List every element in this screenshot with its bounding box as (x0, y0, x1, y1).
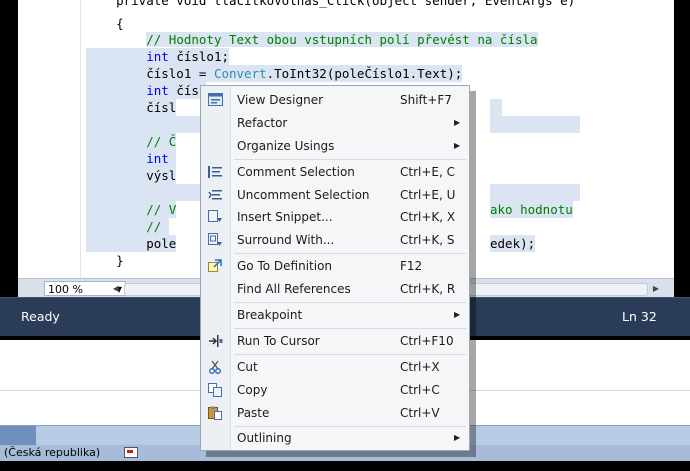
submenu-arrow-icon: ▶ (454, 310, 461, 319)
menu-item-outlining[interactable]: Outlining ▶ (201, 427, 469, 449)
scissors-icon (208, 360, 223, 374)
code-line: // Hodnoty Text obou vstupních polí přev… (86, 31, 538, 48)
code-line: číslo1 = Convert.ToInt32(poleČíslo1.Text… (86, 65, 463, 82)
paste-icon (208, 406, 223, 420)
scroll-left-icon[interactable]: ◀ (110, 282, 122, 295)
code-line: pole (86, 235, 177, 252)
view-designer-icon (208, 93, 223, 107)
code-line: // Č (86, 133, 177, 150)
code-line: private void tlacitkoVolnas_Click(object… (86, 0, 576, 8)
code-line: { (86, 16, 124, 31)
line-number: Ln 32 (622, 309, 657, 324)
code-line: } (86, 253, 124, 268)
go-to-definition-icon (208, 259, 223, 273)
code-line: int čísl (86, 82, 207, 99)
zoom-value: 100 % (48, 283, 83, 296)
code-line: int číslo1; (86, 48, 230, 65)
surround-icon (208, 233, 223, 247)
menu-item-comment-selection[interactable]: Comment Selection Ctrl+E, C (201, 161, 469, 183)
comment-tail: ako hodnotu (490, 201, 573, 218)
keyword: int (146, 151, 169, 166)
type-name: Convert (213, 66, 267, 81)
selection-tail (490, 116, 580, 133)
code-line: výsl (86, 167, 177, 184)
keyboard-flag-icon[interactable] (124, 447, 138, 458)
code-line: int (86, 150, 177, 167)
keyword: int (146, 83, 169, 98)
menu-item-organize-usings[interactable]: Organize Usings ▶ (201, 135, 469, 157)
snippet-icon (208, 210, 223, 224)
copy-icon (208, 383, 223, 397)
menu-item-find-all-references[interactable]: Find All References Ctrl+K, R (201, 278, 469, 300)
menu-separator (234, 253, 466, 254)
submenu-arrow-icon: ▶ (454, 141, 461, 150)
menu-item-cut[interactable]: Cut Ctrl+X (201, 356, 469, 378)
keyword: int (146, 49, 169, 64)
menu-item-uncomment-selection[interactable]: Uncomment Selection Ctrl+E, U (201, 184, 469, 206)
menu-item-paste[interactable]: Paste Ctrl+V (201, 402, 469, 424)
submenu-arrow-icon: ▶ (454, 118, 461, 127)
menu-separator (234, 159, 466, 160)
menu-item-breakpoint[interactable]: Breakpoint ▶ (201, 304, 469, 326)
comment-text: // Hodnoty Text obou vstupních polí přev… (146, 32, 538, 47)
code-line: // V (86, 201, 177, 218)
taskbar-button[interactable] (0, 426, 36, 446)
language-label: (Česká republika) (4, 446, 101, 459)
code-line (86, 116, 206, 133)
submenu-arrow-icon: ▶ (454, 433, 461, 442)
run-to-cursor-icon (208, 334, 223, 348)
code-line (86, 184, 206, 201)
selection-tail (490, 184, 580, 201)
menu-item-go-to-definition[interactable]: Go To Definition F12 (201, 255, 469, 277)
editor-gutter (18, 0, 81, 278)
menu-item-run-to-cursor[interactable]: Run To Cursor Ctrl+F10 (201, 330, 469, 352)
menu-item-surround-with[interactable]: Surround With... Ctrl+K, S (201, 229, 469, 251)
context-menu: View Designer Shift+F7 Refactor ▶ Organi… (200, 85, 470, 451)
menu-item-view-designer[interactable]: View Designer Shift+F7 (201, 89, 469, 111)
menu-separator (234, 354, 466, 355)
code-tail: edek); (490, 235, 536, 252)
scroll-right-icon[interactable]: ▶ (650, 282, 662, 295)
comment-icon (208, 165, 223, 179)
menu-item-copy[interactable]: Copy Ctrl+C (201, 379, 469, 401)
code-line: čísl (86, 99, 177, 116)
uncomment-icon (208, 188, 223, 202)
code-line: // (86, 218, 169, 235)
menu-item-insert-snippet[interactable]: Insert Snippet... Ctrl+K, X (201, 206, 469, 228)
menu-separator (234, 302, 466, 303)
menu-separator (234, 328, 466, 329)
selection-tail (490, 99, 502, 116)
status-text: Ready (21, 309, 60, 324)
menu-item-refactor[interactable]: Refactor ▶ (201, 112, 469, 134)
